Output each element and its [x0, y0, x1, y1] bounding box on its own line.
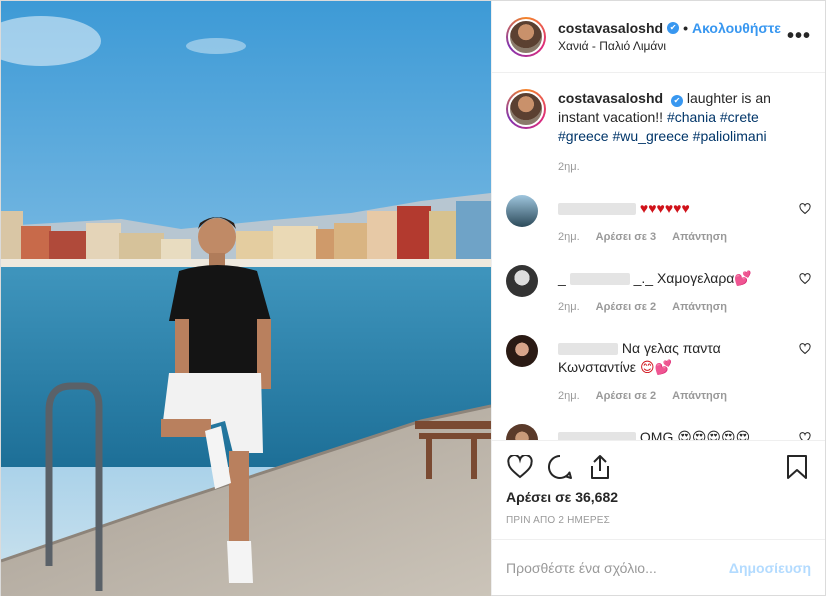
- commenter-username-redacted[interactable]: [558, 203, 636, 216]
- reply-button[interactable]: Απάντηση: [672, 298, 727, 317]
- post-location[interactable]: Χανιά - Παλιό Λιμάνι: [558, 39, 787, 53]
- hashtag-link[interactable]: #chania: [667, 109, 716, 125]
- post-actions: Αρέσει σε 36,682 ΠΡΙΝ ΑΠΟ 2 ΗΜΕΡΕΣ Δημοσ…: [492, 440, 825, 595]
- more-options-icon[interactable]: •••: [787, 25, 811, 48]
- comment-text: Χαμογελαρα: [656, 270, 735, 286]
- comment-item: _ _._ Χαμογελαρα💕 2ημ. Αρέσει σε 2 Απάντ…: [506, 265, 811, 317]
- comment-bubble-icon[interactable]: [546, 453, 574, 481]
- comment-likes[interactable]: Αρέσει σε 2: [596, 298, 657, 317]
- comment-time[interactable]: 2ημ.: [558, 298, 580, 317]
- comment-like-heart-icon[interactable]: [799, 432, 811, 440]
- save-bookmark-icon[interactable]: [783, 453, 811, 481]
- post-header: costavasaloshd ✔ • Ακολουθήστε Χανιά - Π…: [492, 1, 825, 73]
- commenter-username-redacted[interactable]: [569, 273, 630, 286]
- comment-time[interactable]: 2ημ.: [558, 228, 580, 247]
- commenter-username-redacted[interactable]: [558, 432, 636, 440]
- verified-badge-icon: ✔: [667, 22, 680, 34]
- add-comment-bar: Δημοσίευση: [492, 539, 825, 595]
- comment-text-mid: _._: [633, 270, 654, 286]
- post-comment-button[interactable]: Δημοσίευση: [729, 560, 811, 576]
- comment-item: ♥♥♥♥♥♥ 2ημ. Αρέσει σε 3 Απάντηση: [506, 195, 811, 247]
- comment-like-heart-icon[interactable]: [799, 203, 811, 218]
- comment-like-heart-icon[interactable]: [799, 273, 811, 288]
- comment-item: OMG 😍😍😍😍😍: [506, 424, 811, 440]
- commenter-avatar[interactable]: [506, 424, 538, 440]
- post-caption: costavasaloshd ✔ laughter is an instant …: [506, 89, 811, 177]
- comment-emoji: 💕: [734, 270, 752, 286]
- comment-text: ♥♥♥♥♥♥: [639, 200, 690, 216]
- share-icon[interactable]: [586, 453, 614, 481]
- comment-like-heart-icon[interactable]: [799, 343, 811, 358]
- commenter-username-redacted[interactable]: [558, 343, 618, 356]
- comments-list[interactable]: costavasaloshd ✔ laughter is an instant …: [492, 73, 825, 440]
- hashtag-link[interactable]: #wu_greece: [612, 128, 688, 144]
- reply-button[interactable]: Απάντηση: [672, 387, 727, 406]
- hashtag-link[interactable]: #crete: [720, 109, 759, 125]
- posted-time[interactable]: ΠΡΙΝ ΑΠΟ 2 ΗΜΕΡΕΣ: [506, 515, 811, 526]
- header-separator: •: [683, 20, 688, 36]
- comment-likes[interactable]: Αρέσει σε 3: [596, 228, 657, 247]
- caption-time[interactable]: 2ημ.: [558, 158, 788, 177]
- comment-emoji: 😊💕: [639, 359, 672, 375]
- comment-time[interactable]: 2ημ.: [558, 387, 580, 406]
- commenter-avatar[interactable]: [506, 335, 538, 367]
- hashtag-link[interactable]: #greece: [558, 128, 609, 144]
- comment-likes[interactable]: Αρέσει σε 2: [596, 387, 657, 406]
- commenter-avatar[interactable]: [506, 265, 538, 297]
- like-heart-icon[interactable]: [506, 453, 534, 481]
- post-photo[interactable]: [1, 1, 491, 596]
- author-avatar[interactable]: [506, 16, 546, 57]
- author-username[interactable]: costavasaloshd: [558, 20, 663, 36]
- comment-text: OMG: [639, 429, 674, 440]
- post-modal: costavasaloshd ✔ • Ακολουθήστε Χανιά - Π…: [0, 0, 826, 596]
- comment-item: Να γελας παντα Κωνσταντίνε 😊💕 2ημ. Αρέσε…: [506, 335, 811, 406]
- add-comment-input[interactable]: [506, 559, 729, 576]
- likes-count[interactable]: Αρέσει σε 36,682: [506, 489, 811, 505]
- commenter-avatar[interactable]: [506, 195, 538, 227]
- follow-button[interactable]: Ακολουθήστε: [692, 20, 781, 36]
- comment-text-prefix: _: [558, 270, 566, 286]
- caption-avatar[interactable]: [506, 89, 546, 129]
- comment-emoji: 😍😍😍😍😍: [677, 429, 751, 440]
- reply-button[interactable]: Απάντηση: [672, 228, 727, 247]
- post-side-panel: costavasaloshd ✔ • Ακολουθήστε Χανιά - Π…: [491, 1, 825, 595]
- harbor-photo-image: [1, 1, 491, 596]
- caption-username[interactable]: costavasaloshd: [558, 90, 663, 106]
- verified-badge-icon: ✔: [670, 95, 683, 107]
- hashtag-link[interactable]: #paliolimani: [693, 128, 767, 144]
